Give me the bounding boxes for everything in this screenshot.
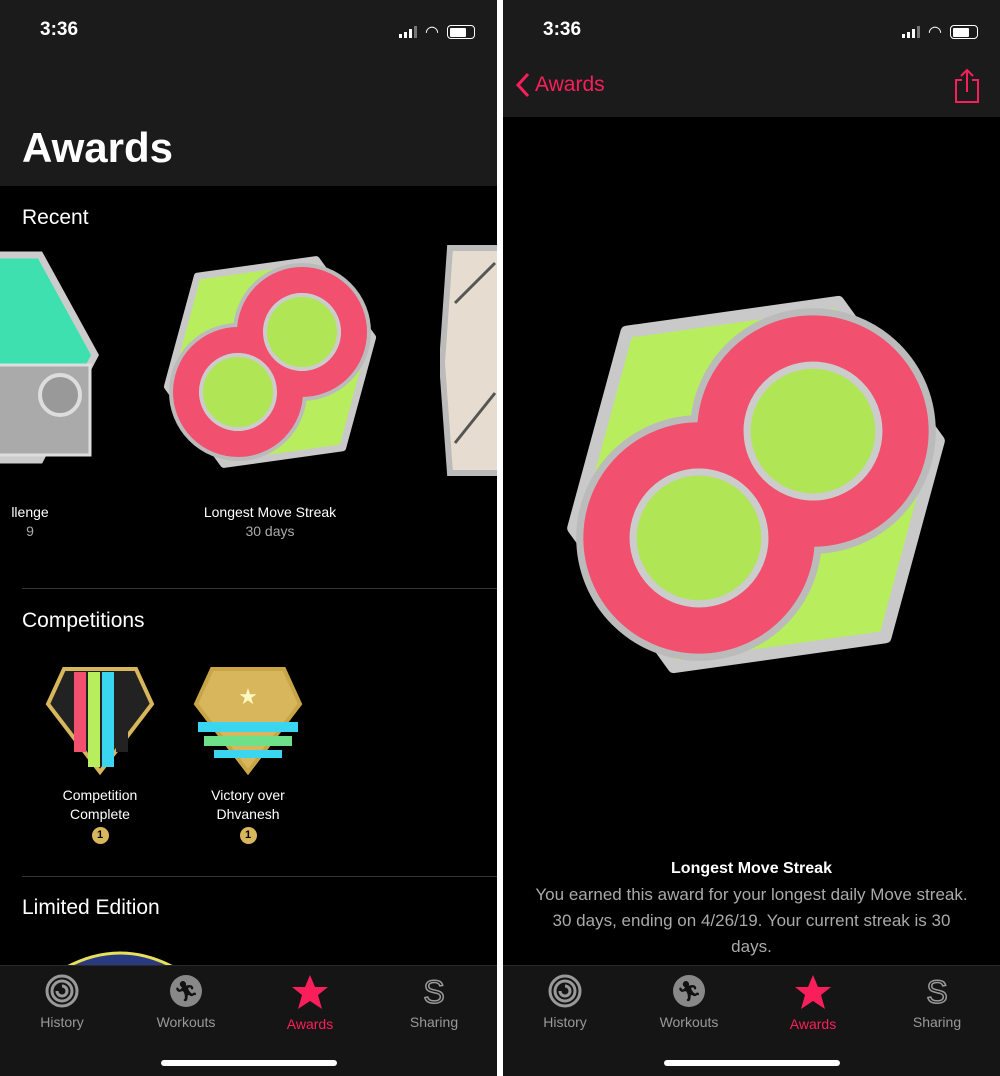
home-indicator [663,1060,840,1066]
award-label: Longest Move Streak 30 days [203,504,337,539]
longest-move-streak-badge-large [551,262,961,707]
svg-text:🏃︎: 🏃︎ [173,981,198,1003]
svg-text:S: S [423,974,444,1008]
section-limited-edition: Limited Edition [22,896,160,919]
longest-move-streak-badge[interactable] [155,240,385,485]
battery-icon [447,25,475,39]
competition-complete-badge[interactable] [44,664,156,776]
back-button[interactable]: Awards [515,72,605,98]
chevron-left-icon [515,72,530,98]
wifi-icon: ◠ [425,24,439,41]
status-time: 3:36 [40,19,79,40]
signal-icon [902,26,921,38]
divider [22,588,497,589]
runner-icon: 🏃︎ [673,975,705,1007]
challenge-badge[interactable] [0,245,100,475]
tab-bar: History 🏃︎ Workouts Awards S Sharing [503,965,1000,1076]
section-competitions: Competitions [22,609,145,632]
divider [22,876,497,877]
status-time: 3:36 [543,19,582,40]
victory-badge[interactable]: ★ [192,664,304,776]
page-title: Awards [22,124,173,171]
svg-text:★: ★ [238,684,258,709]
home-indicator [160,1060,337,1066]
star-icon [292,975,328,1009]
count-badge: 1 [239,827,257,844]
sharing-icon: S [926,974,949,1008]
star-icon [795,975,831,1009]
history-rings-icon [548,974,582,1008]
award-title: Longest Move Streak [671,860,832,877]
tab-sharing[interactable]: S Sharing [887,974,987,1030]
tab-history[interactable]: History [515,974,615,1030]
status-bar: 3:36 ◠ [0,0,497,60]
wifi-icon: ◠ [928,24,942,41]
award-label: llenge 9 [11,504,49,539]
tab-history[interactable]: History [12,974,112,1030]
sharing-icon: S [423,974,446,1008]
tab-sharing[interactable]: S Sharing [384,974,484,1030]
tab-workouts[interactable]: 🏃︎ Workouts [639,974,739,1030]
tab-awards[interactable]: Awards [260,974,360,1032]
share-icon[interactable] [954,68,980,104]
award-label: Victory over Dhvanesh 1 [148,786,348,844]
award-detail-screen: 3:36 ◠ Awards Longest Move Streak You ear… [503,0,1000,1076]
signal-icon [399,26,418,38]
tab-awards[interactable]: Awards [763,974,863,1032]
tab-bar: History 🏃︎ Workouts Awards S Sharing [0,965,497,1076]
svg-text:S: S [926,974,947,1008]
runner-icon: 🏃︎ [170,975,202,1007]
partial-badge[interactable] [440,243,497,478]
battery-icon [950,25,978,39]
awards-list-screen: 3:36 ◠ Awards Recent llenge 9 Longest Mov… [0,0,497,1076]
svg-text:🏃︎: 🏃︎ [676,981,701,1003]
history-rings-icon [45,974,79,1008]
award-description: Longest Move Streak You earned this award… [535,860,968,956]
count-badge: 1 [91,827,109,844]
section-recent: Recent [22,206,89,229]
tab-workouts[interactable]: 🏃︎ Workouts [136,974,236,1030]
status-bar: 3:36 ◠ [503,0,1000,60]
